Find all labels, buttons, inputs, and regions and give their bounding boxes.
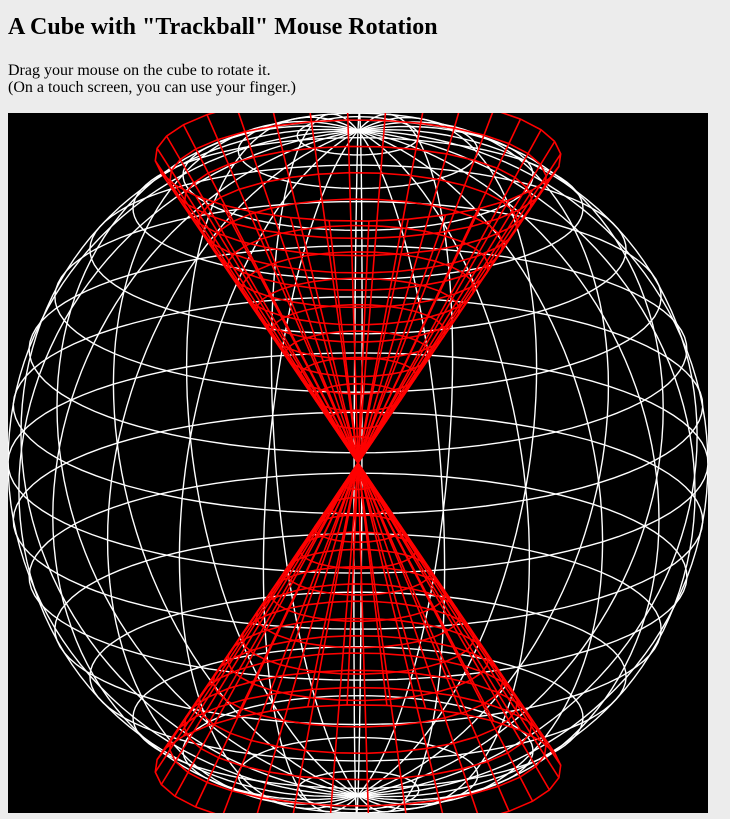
instruction-line-touch: (On a touch screen, you can use your fin…	[8, 79, 296, 96]
page-title: A Cube with "Trackball" Mouse Rotation	[8, 14, 438, 40]
surface-ring-line	[197, 652, 519, 755]
instruction-line-drag: Drag your mouse on the cube to rotate it…	[8, 62, 271, 79]
surface-ruling-line	[357, 118, 522, 464]
sphere-longitude-line	[357, 130, 708, 796]
sphere-longitude-line	[112, 120, 359, 796]
instructions: Drag your mouse on the cube to rotate it…	[8, 62, 296, 96]
red-hyperboloid-surface	[154, 113, 562, 813]
sphere-longitude-line	[8, 130, 359, 796]
sphere-longitude-line	[357, 130, 604, 806]
surface-ruling-line	[182, 124, 359, 464]
surface-ring-line	[241, 600, 475, 675]
surface-ruling-line	[357, 462, 522, 731]
surface-ring-line	[197, 171, 519, 274]
surface-ring-line	[241, 251, 475, 326]
page: A Cube with "Trackball" Mouse Rotation D…	[0, 0, 730, 819]
trackball-scene[interactable]	[8, 113, 708, 813]
webgl-canvas[interactable]	[8, 113, 708, 813]
